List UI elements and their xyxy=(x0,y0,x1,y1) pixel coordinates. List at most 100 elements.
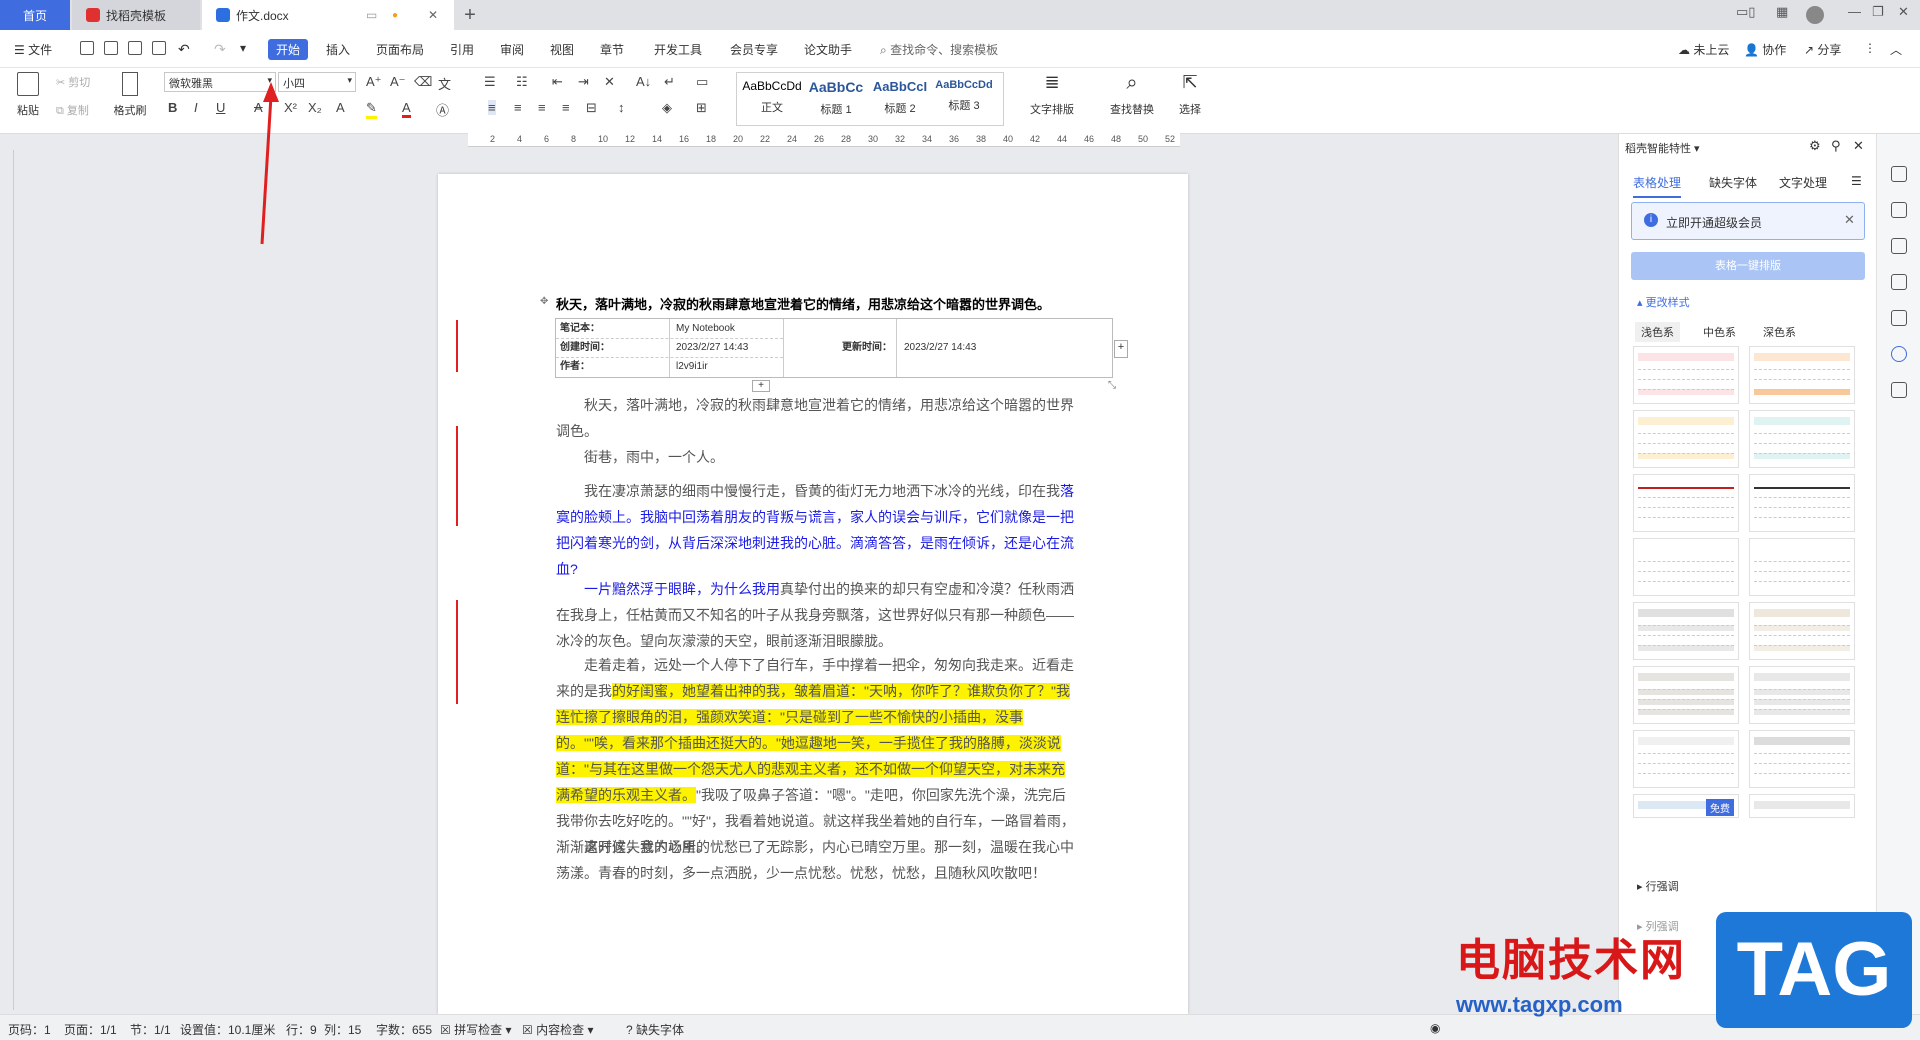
status-row[interactable]: 行：9 xyxy=(286,1021,317,1038)
status-col[interactable]: 列：15 xyxy=(324,1021,361,1038)
strikethrough-icon[interactable]: A xyxy=(254,100,263,115)
vip-notice[interactable]: i 立即开通超级会员 ✕ xyxy=(1631,202,1865,240)
panel-tab-missing-font[interactable]: 缺失字体 xyxy=(1709,174,1757,191)
text-effect-icon[interactable]: A xyxy=(336,100,345,115)
table-style-thumb[interactable] xyxy=(1633,730,1739,788)
menu-thesis[interactable]: 论文助手 xyxy=(804,41,852,58)
undo-icon[interactable]: ↶ xyxy=(178,41,190,58)
menu-review[interactable]: 审阅 xyxy=(500,41,524,58)
panel-settings-icon[interactable]: ⚙ xyxy=(1809,138,1821,154)
avatar[interactable] xyxy=(1806,6,1824,24)
export-pdf-icon[interactable] xyxy=(104,41,118,55)
panel-title[interactable]: 稻壳智能特性 ▾ xyxy=(1625,140,1700,156)
justify-icon[interactable]: ≡ xyxy=(562,100,570,115)
highlight-icon[interactable]: ✎ xyxy=(366,100,377,119)
close-window-icon[interactable]: ✕ xyxy=(1898,4,1909,20)
redo-icon[interactable]: ↷ xyxy=(214,41,226,58)
format-painter-button[interactable]: 格式刷 xyxy=(108,72,152,118)
one-click-table-button[interactable]: 表格一键排版 xyxy=(1631,252,1865,280)
new-tab-button[interactable]: + xyxy=(458,0,482,30)
superscript-icon[interactable]: X² xyxy=(284,100,297,115)
book-icon[interactable] xyxy=(1891,382,1907,398)
text-layout-button[interactable]: ≣ 文字排版 xyxy=(1022,72,1082,117)
borders-icon[interactable]: ⊞ xyxy=(696,100,707,116)
panel-menu-icon[interactable]: ☰ xyxy=(1851,174,1862,188)
cloud-status[interactable]: ☁ 未上云 xyxy=(1678,41,1729,58)
clear-format-icon[interactable]: ⌫ xyxy=(414,74,432,90)
collab-button[interactable]: 👤 协作 xyxy=(1744,41,1786,58)
numbered-list-icon[interactable]: ☷ xyxy=(516,74,528,90)
style-heading2[interactable]: AaBbCcI 标题 2 xyxy=(869,79,931,116)
table-style-thumb[interactable] xyxy=(1633,410,1739,468)
menu-page-layout[interactable]: 页面布局 xyxy=(376,41,424,58)
note-info-table[interactable]: 笔记本： My Notebook 创建时间： 2023/2/27 14:43 作… xyxy=(555,318,1113,378)
layout-icon[interactable]: ▭▯ xyxy=(1736,4,1755,20)
status-setting[interactable]: 设置值：10.1厘米 xyxy=(180,1021,275,1038)
copy-button[interactable]: ⧉ 复制 xyxy=(56,102,89,118)
missing-font-button[interactable]: ? 缺失字体 xyxy=(626,1021,684,1038)
align-center-icon[interactable]: ≡ xyxy=(514,100,522,115)
chinese-layout-icon[interactable]: ✕ xyxy=(604,74,615,90)
panel-close-icon[interactable]: ✕ xyxy=(1853,138,1864,154)
style-heading1[interactable]: AaBbCc 标题 1 xyxy=(805,79,867,117)
char-border-icon[interactable]: Ⓐ xyxy=(436,100,449,119)
pointer-icon[interactable] xyxy=(1891,238,1907,254)
change-style-section[interactable]: ▴ 更改样式 xyxy=(1637,294,1690,310)
bullet-list-icon[interactable]: ☰ xyxy=(484,74,496,90)
panel-pin-icon[interactable]: ⚲ xyxy=(1831,138,1841,154)
color-tab-medium[interactable]: 中色系 xyxy=(1703,324,1736,340)
minimize-icon[interactable]: — xyxy=(1848,4,1861,19)
eye-protect-icon[interactable]: ◉ xyxy=(1430,1021,1440,1035)
select-button[interactable]: ⇱ 选择 xyxy=(1170,72,1210,117)
align-left-icon[interactable]: ≡ xyxy=(488,100,496,115)
line-spacing-icon[interactable]: ↕ xyxy=(618,100,625,115)
image-tools-icon[interactable] xyxy=(1891,310,1907,326)
menu-file[interactable]: ☰ 文件 xyxy=(14,41,52,58)
color-tab-dark[interactable]: 深色系 xyxy=(1763,324,1796,340)
table-style-thumb[interactable] xyxy=(1633,538,1739,596)
table-style-thumb[interactable] xyxy=(1749,730,1855,788)
font-color-icon[interactable]: A xyxy=(402,100,411,118)
print-preview-icon[interactable] xyxy=(152,41,166,55)
menu-insert[interactable]: 插入 xyxy=(326,41,350,58)
show-marks-icon[interactable]: ↵ xyxy=(664,74,675,90)
font-name-select[interactable]: 微软雅黑 ▾ xyxy=(164,72,276,92)
table-resize-handle-icon[interactable]: ⤡ xyxy=(1108,380,1116,391)
sort-icon[interactable]: A↓ xyxy=(636,74,651,89)
document-page[interactable]: ✥ 秋天，落叶满地，冷寂的秋雨肆意地宣泄着它的情绪，用悲凉给这个暗嚣的世界调色。… xyxy=(438,174,1188,1014)
tab-home[interactable]: 首页 xyxy=(0,0,70,30)
pinyin-icon[interactable]: 文 xyxy=(438,74,451,93)
subscript-icon[interactable]: X₂ xyxy=(308,100,322,115)
shrink-font-icon[interactable]: A⁻ xyxy=(390,74,406,90)
quick-access-dropdown-icon[interactable]: ▾ xyxy=(240,41,246,55)
row-adjust-section[interactable]: ▸ 行强调 xyxy=(1637,878,1679,894)
table-style-thumb[interactable] xyxy=(1749,410,1855,468)
pen-icon[interactable] xyxy=(1891,202,1907,218)
style-heading3[interactable]: AaBbCcDd 标题 3 xyxy=(933,79,995,113)
table-move-handle-icon[interactable]: ✥ xyxy=(540,296,548,307)
tab-close-icon[interactable]: ✕ xyxy=(428,8,438,22)
status-page[interactable]: 页面：1/1 xyxy=(64,1021,117,1038)
table-style-thumb[interactable]: 免费 xyxy=(1633,794,1739,818)
save-icon[interactable] xyxy=(80,41,94,55)
table-style-thumb[interactable] xyxy=(1633,474,1739,532)
command-search[interactable]: ⌕ 查找命令、搜索模板 xyxy=(880,41,998,58)
add-column-button[interactable]: + xyxy=(1114,340,1128,358)
status-section[interactable]: 节：1/1 xyxy=(130,1021,171,1038)
table-style-thumb[interactable] xyxy=(1633,602,1739,660)
horizontal-ruler[interactable]: 2 4 6 8 10 12 14 16 18 20 22 24 26 28 30 32 34 36 38 40 42 44… xyxy=(468,133,1180,147)
distributed-icon[interactable]: ⊟ xyxy=(586,100,597,116)
panel-tab-table[interactable]: 表格处理 xyxy=(1633,174,1682,198)
table-style-thumb[interactable] xyxy=(1749,602,1855,660)
menu-references[interactable]: 引用 xyxy=(450,41,474,58)
tab-find-template[interactable]: 找稻壳模板 xyxy=(72,0,200,30)
status-page-code[interactable]: 页码：1 xyxy=(8,1021,51,1038)
find-replace-button[interactable]: ⌕ 查找替换 xyxy=(1102,72,1162,117)
table-style-thumb[interactable] xyxy=(1749,794,1855,818)
notice-close-icon[interactable]: ✕ xyxy=(1844,212,1855,228)
table-style-thumb[interactable] xyxy=(1749,666,1855,724)
style-normal[interactable]: AaBbCcDd 正文 xyxy=(741,79,803,115)
restore-icon[interactable]: ❐ xyxy=(1872,4,1884,20)
share-button[interactable]: ↗ 分享 xyxy=(1804,41,1841,58)
decrease-indent-icon[interactable]: ⇤ xyxy=(552,74,563,90)
